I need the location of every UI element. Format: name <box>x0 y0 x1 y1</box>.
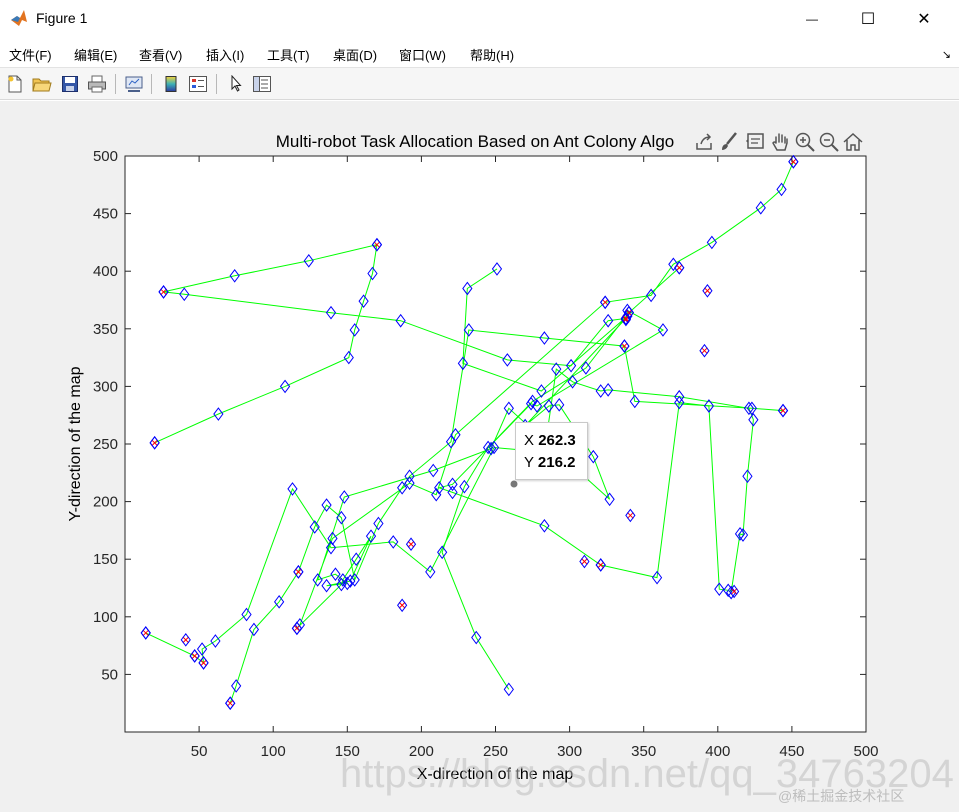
y-tick-label: 100 <box>93 609 118 626</box>
brush-icon[interactable] <box>717 130 741 154</box>
datatip-y-row: Y 216.2 <box>524 452 587 474</box>
datatip-x-value: 262.3 <box>538 432 576 449</box>
y-tick-label: 200 <box>93 494 118 511</box>
y-tick-label: 300 <box>93 378 118 395</box>
y-tick-label: 50 <box>101 666 118 683</box>
y-tick-label: 450 <box>93 206 118 223</box>
datatip[interactable]: X 262.3 Y 216.2 <box>515 422 588 480</box>
datatip-anchor[interactable] <box>509 479 519 489</box>
y-axis-label: Y-direction of the map <box>67 366 84 521</box>
x-tick-label: 100 <box>261 743 286 760</box>
axes-toolbar <box>693 130 867 154</box>
pan-icon[interactable] <box>769 130 793 154</box>
zoom-out-icon[interactable] <box>817 130 841 154</box>
y-tick-label: 250 <box>93 436 118 453</box>
datatip-x-row: X 262.3 <box>524 430 587 452</box>
chart-title: Multi-robot Task Allocation Based on Ant… <box>276 132 674 151</box>
plot-svg: 50 100 150 200 250 300 350 400 450 50050100150200… <box>67 132 879 783</box>
home-icon[interactable] <box>841 130 865 154</box>
export-icon[interactable] <box>693 130 717 154</box>
y-tick-label: 350 <box>93 321 118 338</box>
x-tick-label: 50 <box>191 743 208 760</box>
zoom-in-icon[interactable] <box>793 130 817 154</box>
datatip-y-label: Y <box>524 454 534 471</box>
datatip-x-label: X <box>524 432 535 449</box>
y-tick-label: 500 <box>93 148 118 165</box>
datatip-y-value: 216.2 <box>537 454 576 471</box>
y-tick-label: 400 <box>93 263 118 280</box>
data-tips-icon[interactable] <box>743 130 767 154</box>
badge-text: @稀土掘金技术社区 <box>778 788 905 804</box>
y-tick-label: 150 <box>93 551 118 568</box>
